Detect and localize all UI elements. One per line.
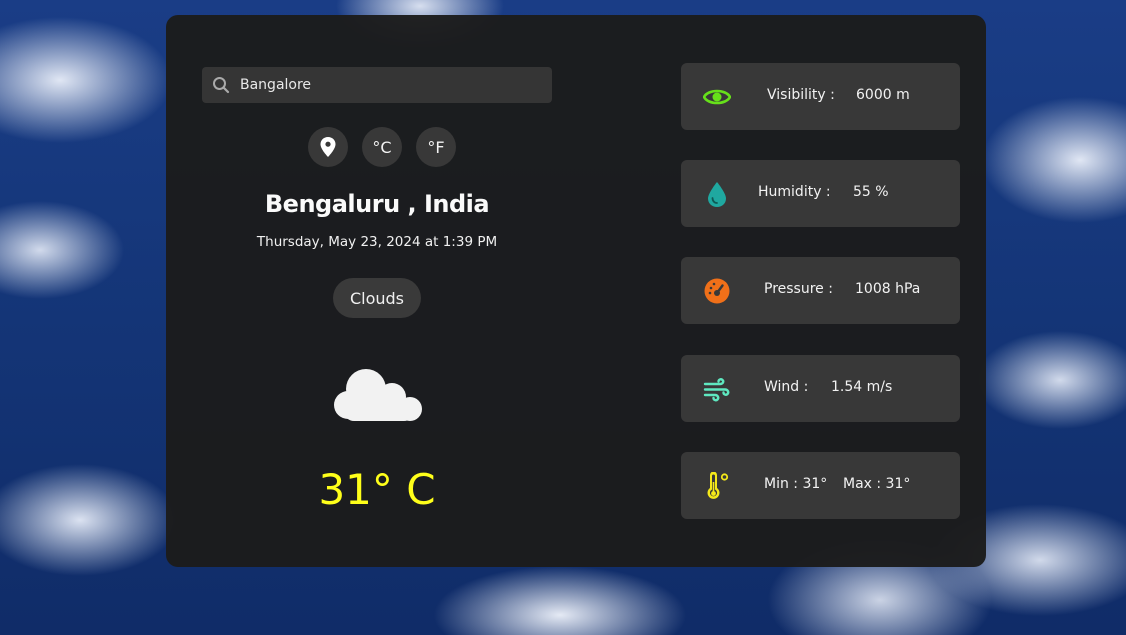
location-pin-icon [320,137,336,157]
cloud-icon [330,363,426,429]
condition-label: Clouds [349,288,405,308]
celsius-button[interactable]: °C [362,127,402,167]
humidity-label: Humidity : [758,184,831,200]
weather-card: °C °F Bengaluru , India Thursday, May 23… [166,15,986,567]
fahrenheit-button[interactable]: °F [416,127,456,167]
wind-label: Wind : [764,379,809,395]
search-icon[interactable] [212,76,230,98]
minmax-tile: Min : 31° Max : 31° [681,452,960,519]
thermometer-icon [703,471,731,500]
pressure-value: 1008 hPa [855,281,921,297]
date-time: Thursday, May 23, 2024 at 1:39 PM [256,234,498,250]
celsius-label: °C [372,137,392,157]
visibility-tile: Visibility : 6000 m [681,63,960,130]
temperature-display: 31° C [318,465,436,514]
wind-value: 1.54 m/s [831,379,893,395]
water-drop-icon [703,180,731,208]
humidity-tile: Humidity : 55 % [681,160,960,227]
visibility-value: 6000 m [856,87,910,103]
max-temp: Max : 31° [843,476,911,492]
wind-tile: Wind : 1.54 m/s [681,355,960,422]
visibility-label: Visibility : [767,87,835,103]
condition-badge: Clouds [333,278,421,318]
min-temp: Min : 31° [764,476,828,492]
pressure-label: Pressure : [764,281,833,297]
city-name: Bengaluru , India [264,190,490,218]
current-location-button[interactable] [308,127,348,167]
humidity-value: 55 % [853,184,889,200]
search-bar[interactable] [202,67,552,103]
fahrenheit-label: °F [427,137,445,157]
wind-icon [703,375,731,403]
gauge-icon [703,277,731,305]
search-input[interactable] [240,67,540,103]
pressure-tile: Pressure : 1008 hPa [681,257,960,324]
eye-icon [702,83,732,111]
